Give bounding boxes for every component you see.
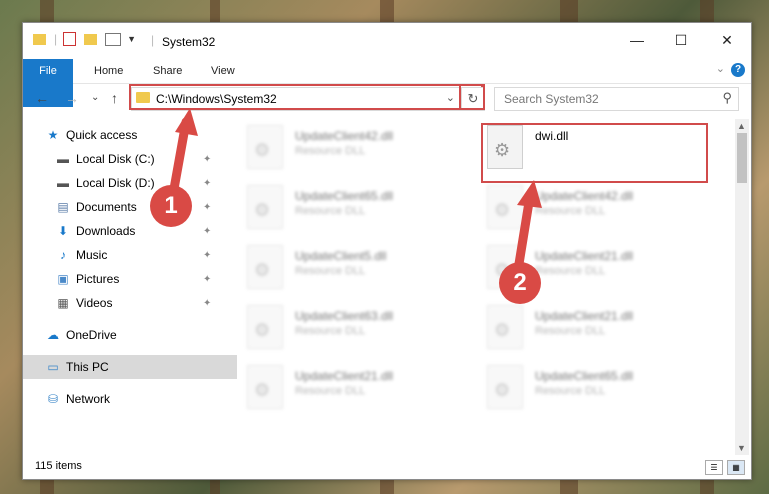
arrow-2 bbox=[513, 191, 535, 275]
callout-badge: 2 bbox=[499, 262, 541, 304]
annotation-arrows bbox=[167, 108, 542, 275]
arrow-2-head bbox=[517, 180, 542, 208]
arrow-1-head bbox=[175, 108, 198, 136]
callout-badge: 1 bbox=[150, 185, 192, 227]
